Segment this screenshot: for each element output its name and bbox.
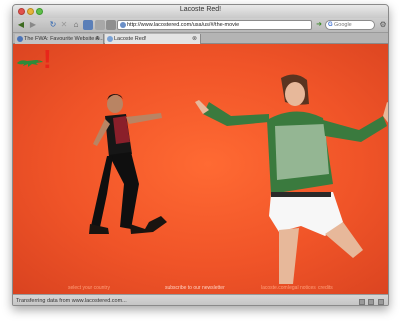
tab-label: The FWA: Favourite Website A... (24, 36, 104, 42)
back-arrow-icon[interactable]: ◀ (16, 20, 26, 30)
print-icon[interactable] (106, 20, 116, 30)
credits-link[interactable]: credits (318, 283, 333, 294)
go-arrow-icon[interactable]: ➜ (315, 20, 323, 30)
grid-icon[interactable] (95, 20, 105, 30)
address-bar[interactable]: http://www.lacostered.com/usa/us/#/the-m… (117, 20, 312, 30)
site-favicon-icon (120, 22, 126, 28)
home-icon[interactable]: ⌂ (71, 20, 81, 30)
bookmark-icon[interactable] (83, 20, 93, 30)
url-text: http://www.lacostered.com/usa/us/#/the-m… (127, 22, 240, 28)
status-icons (357, 298, 384, 305)
title-bar: Lacoste Red! (13, 5, 388, 18)
lacoste-com-link[interactable]: lacoste.com (261, 283, 288, 294)
forward-arrow-icon[interactable]: ▶ (28, 20, 38, 30)
search-placeholder: Google (334, 22, 352, 28)
footer-links: select your country subscribe to our new… (13, 283, 388, 294)
browser-window: Lacoste Red! ◀ ▶ ↻ ✕ ⌂ http://www.lacost… (12, 4, 389, 306)
tab-lacoste[interactable]: Lacoste Red! ⊗ (105, 34, 201, 44)
status-indicator-icon (368, 299, 375, 305)
legal-notices-link[interactable]: legal notices (288, 283, 316, 294)
tab-fwa[interactable]: The FWA: Favourite Website A... ⊗ (15, 34, 104, 44)
jumping-man-figure (89, 94, 167, 234)
page-content[interactable]: ! select your country subscribe to our n… (13, 44, 388, 294)
resize-grip-icon[interactable] (378, 299, 384, 305)
tab-label: Lacoste Red! (114, 36, 147, 42)
tab-close-icon[interactable]: ⊗ (95, 34, 100, 44)
google-search-icon: G (328, 22, 333, 28)
search-field[interactable]: G Google (325, 20, 375, 30)
window-title: Lacoste Red! (179, 6, 222, 13)
status-text: Transferring data from www.lacostered.co… (16, 298, 127, 304)
tab-bar: The FWA: Favourite Website A... ⊗ Lacost… (13, 33, 388, 44)
hero-photo (89, 74, 388, 284)
select-country-link[interactable]: select your country (68, 283, 110, 294)
tab-favicon-icon (17, 36, 23, 42)
newsletter-link[interactable]: subscribe to our newsletter (165, 283, 225, 294)
jumping-woman-figure (195, 74, 388, 284)
tab-close-icon[interactable]: ⊗ (192, 34, 197, 44)
stop-icon[interactable]: ✕ (59, 20, 69, 30)
settings-gear-icon[interactable]: ⚙ (378, 20, 388, 30)
navigation-toolbar: ◀ ▶ ↻ ✕ ⌂ http://www.lacostered.com/usa/… (13, 18, 388, 33)
reload-icon[interactable]: ↻ (48, 20, 58, 30)
tab-favicon-icon (107, 36, 113, 42)
status-indicator-icon (358, 299, 365, 305)
status-bar: Transferring data from www.lacostered.co… (13, 294, 388, 305)
